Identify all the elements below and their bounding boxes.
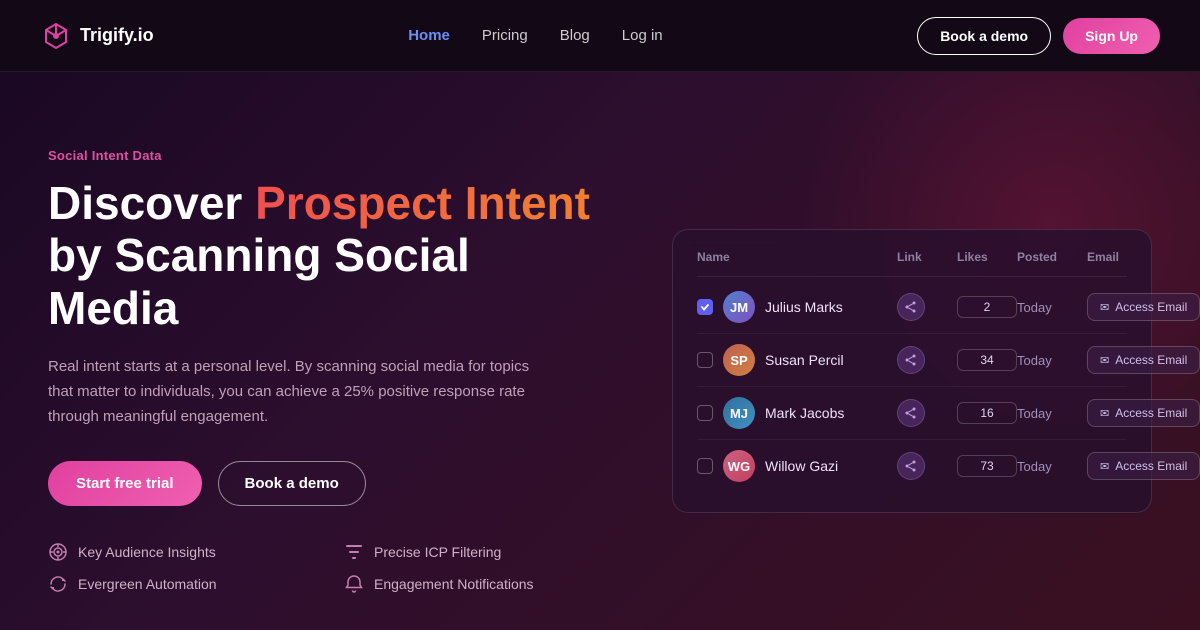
nav-login[interactable]: Log in xyxy=(622,27,663,44)
email-icon-4: ✉ xyxy=(1100,460,1109,473)
nav-blog[interactable]: Blog xyxy=(560,27,590,44)
posted-1: Today xyxy=(1017,300,1087,315)
features-grid: Key Audience Insights Precise ICP Filter… xyxy=(48,542,600,594)
share-btn-3[interactable] xyxy=(897,399,925,427)
hero-description: Real intent starts at a personal level. … xyxy=(48,355,548,429)
posted-3: Today xyxy=(1017,406,1087,421)
table-row: WG Willow Gazi 73 Today ✉ Access Email xyxy=(697,440,1127,492)
row-checkbox-3[interactable] xyxy=(697,405,713,421)
nav-links: Home Pricing Blog Log in xyxy=(408,27,662,44)
row-name-2: SP Susan Percil xyxy=(697,344,897,376)
table-row: MJ Mark Jacobs 16 Today ✉ Access Email xyxy=(697,387,1127,440)
navbar: Trigify.io Home Pricing Blog Log in Book… xyxy=(0,0,1200,72)
avatar-1: JM xyxy=(723,291,755,323)
prospects-table-card: Name Link Likes Posted Email JM Julius M… xyxy=(672,229,1152,513)
bell-icon xyxy=(344,574,364,594)
nav-home[interactable]: Home xyxy=(408,27,450,44)
row-name-4: WG Willow Gazi xyxy=(697,450,897,482)
table-row: JM Julius Marks 2 Today ✉ Access Email xyxy=(697,281,1127,334)
col-link: Link xyxy=(897,250,957,264)
feature-filtering: Precise ICP Filtering xyxy=(344,542,600,562)
nav-pricing[interactable]: Pricing xyxy=(482,27,528,44)
feature-filtering-label: Precise ICP Filtering xyxy=(374,544,501,560)
nav-actions: Book a demo Sign Up xyxy=(917,17,1160,55)
posted-4: Today xyxy=(1017,459,1087,474)
share-btn-1[interactable] xyxy=(897,293,925,321)
book-demo-button[interactable]: Book a demo xyxy=(218,461,366,506)
hero-content: Social Intent Data Discover Prospect Int… xyxy=(48,148,600,595)
check-icon xyxy=(700,302,710,312)
row-checkbox-1[interactable] xyxy=(697,299,713,315)
table-header: Name Link Likes Posted Email xyxy=(697,250,1127,277)
access-email-btn-1[interactable]: ✉ Access Email xyxy=(1087,293,1200,321)
share-icon xyxy=(905,407,917,419)
avatar-4: WG xyxy=(723,450,755,482)
logo-icon xyxy=(40,20,72,52)
person-name-1: Julius Marks xyxy=(765,299,843,315)
target-icon xyxy=(48,542,68,562)
hero-actions: Start free trial Book a demo xyxy=(48,461,600,506)
hero-right: Name Link Likes Posted Email JM Julius M… xyxy=(600,229,1152,513)
feature-audience-label: Key Audience Insights xyxy=(78,544,216,560)
share-btn-2[interactable] xyxy=(897,346,925,374)
feature-audience: Key Audience Insights xyxy=(48,542,304,562)
hero-section: Social Intent Data Discover Prospect Int… xyxy=(0,72,1200,630)
start-trial-button[interactable]: Start free trial xyxy=(48,461,202,506)
row-name-1: JM Julius Marks xyxy=(697,291,897,323)
col-email: Email xyxy=(1087,250,1127,264)
access-email-btn-4[interactable]: ✉ Access Email xyxy=(1087,452,1200,480)
share-icon xyxy=(905,354,917,366)
nav-book-demo-button[interactable]: Book a demo xyxy=(917,17,1051,55)
avatar-2: SP xyxy=(723,344,755,376)
headline-part2: by Scanning Social Media xyxy=(48,229,470,334)
hero-subtitle: Social Intent Data xyxy=(48,148,600,163)
person-name-4: Willow Gazi xyxy=(765,458,838,474)
row-name-3: MJ Mark Jacobs xyxy=(697,397,897,429)
filter-icon xyxy=(344,542,364,562)
likes-2: 34 xyxy=(957,349,1017,371)
col-posted: Posted xyxy=(1017,250,1087,264)
access-email-btn-2[interactable]: ✉ Access Email xyxy=(1087,346,1200,374)
email-icon-2: ✉ xyxy=(1100,354,1109,367)
share-btn-4[interactable] xyxy=(897,452,925,480)
row-checkbox-4[interactable] xyxy=(697,458,713,474)
hero-headline: Discover Prospect Intentby Scanning Soci… xyxy=(48,177,600,336)
likes-3: 16 xyxy=(957,402,1017,424)
headline-part1: Discover xyxy=(48,177,255,229)
feature-notifications: Engagement Notifications xyxy=(344,574,600,594)
email-icon-1: ✉ xyxy=(1100,301,1109,314)
share-icon xyxy=(905,460,917,472)
feature-notifications-label: Engagement Notifications xyxy=(374,576,534,592)
logo[interactable]: Trigify.io xyxy=(40,20,154,52)
col-name: Name xyxy=(697,250,897,264)
feature-automation: Evergreen Automation xyxy=(48,574,304,594)
email-icon-3: ✉ xyxy=(1100,407,1109,420)
row-checkbox-2[interactable] xyxy=(697,352,713,368)
refresh-icon xyxy=(48,574,68,594)
person-name-3: Mark Jacobs xyxy=(765,405,844,421)
likes-1: 2 xyxy=(957,296,1017,318)
table-row: SP Susan Percil 34 Today ✉ Access Email xyxy=(697,334,1127,387)
feature-automation-label: Evergreen Automation xyxy=(78,576,217,592)
likes-4: 73 xyxy=(957,455,1017,477)
posted-2: Today xyxy=(1017,353,1087,368)
nav-signup-button[interactable]: Sign Up xyxy=(1063,18,1160,54)
person-name-2: Susan Percil xyxy=(765,352,844,368)
access-email-btn-3[interactable]: ✉ Access Email xyxy=(1087,399,1200,427)
headline-accent: Prospect Intent xyxy=(255,177,590,229)
share-icon xyxy=(905,301,917,313)
logo-text: Trigify.io xyxy=(80,25,154,46)
col-likes: Likes xyxy=(957,250,1017,264)
avatar-3: MJ xyxy=(723,397,755,429)
